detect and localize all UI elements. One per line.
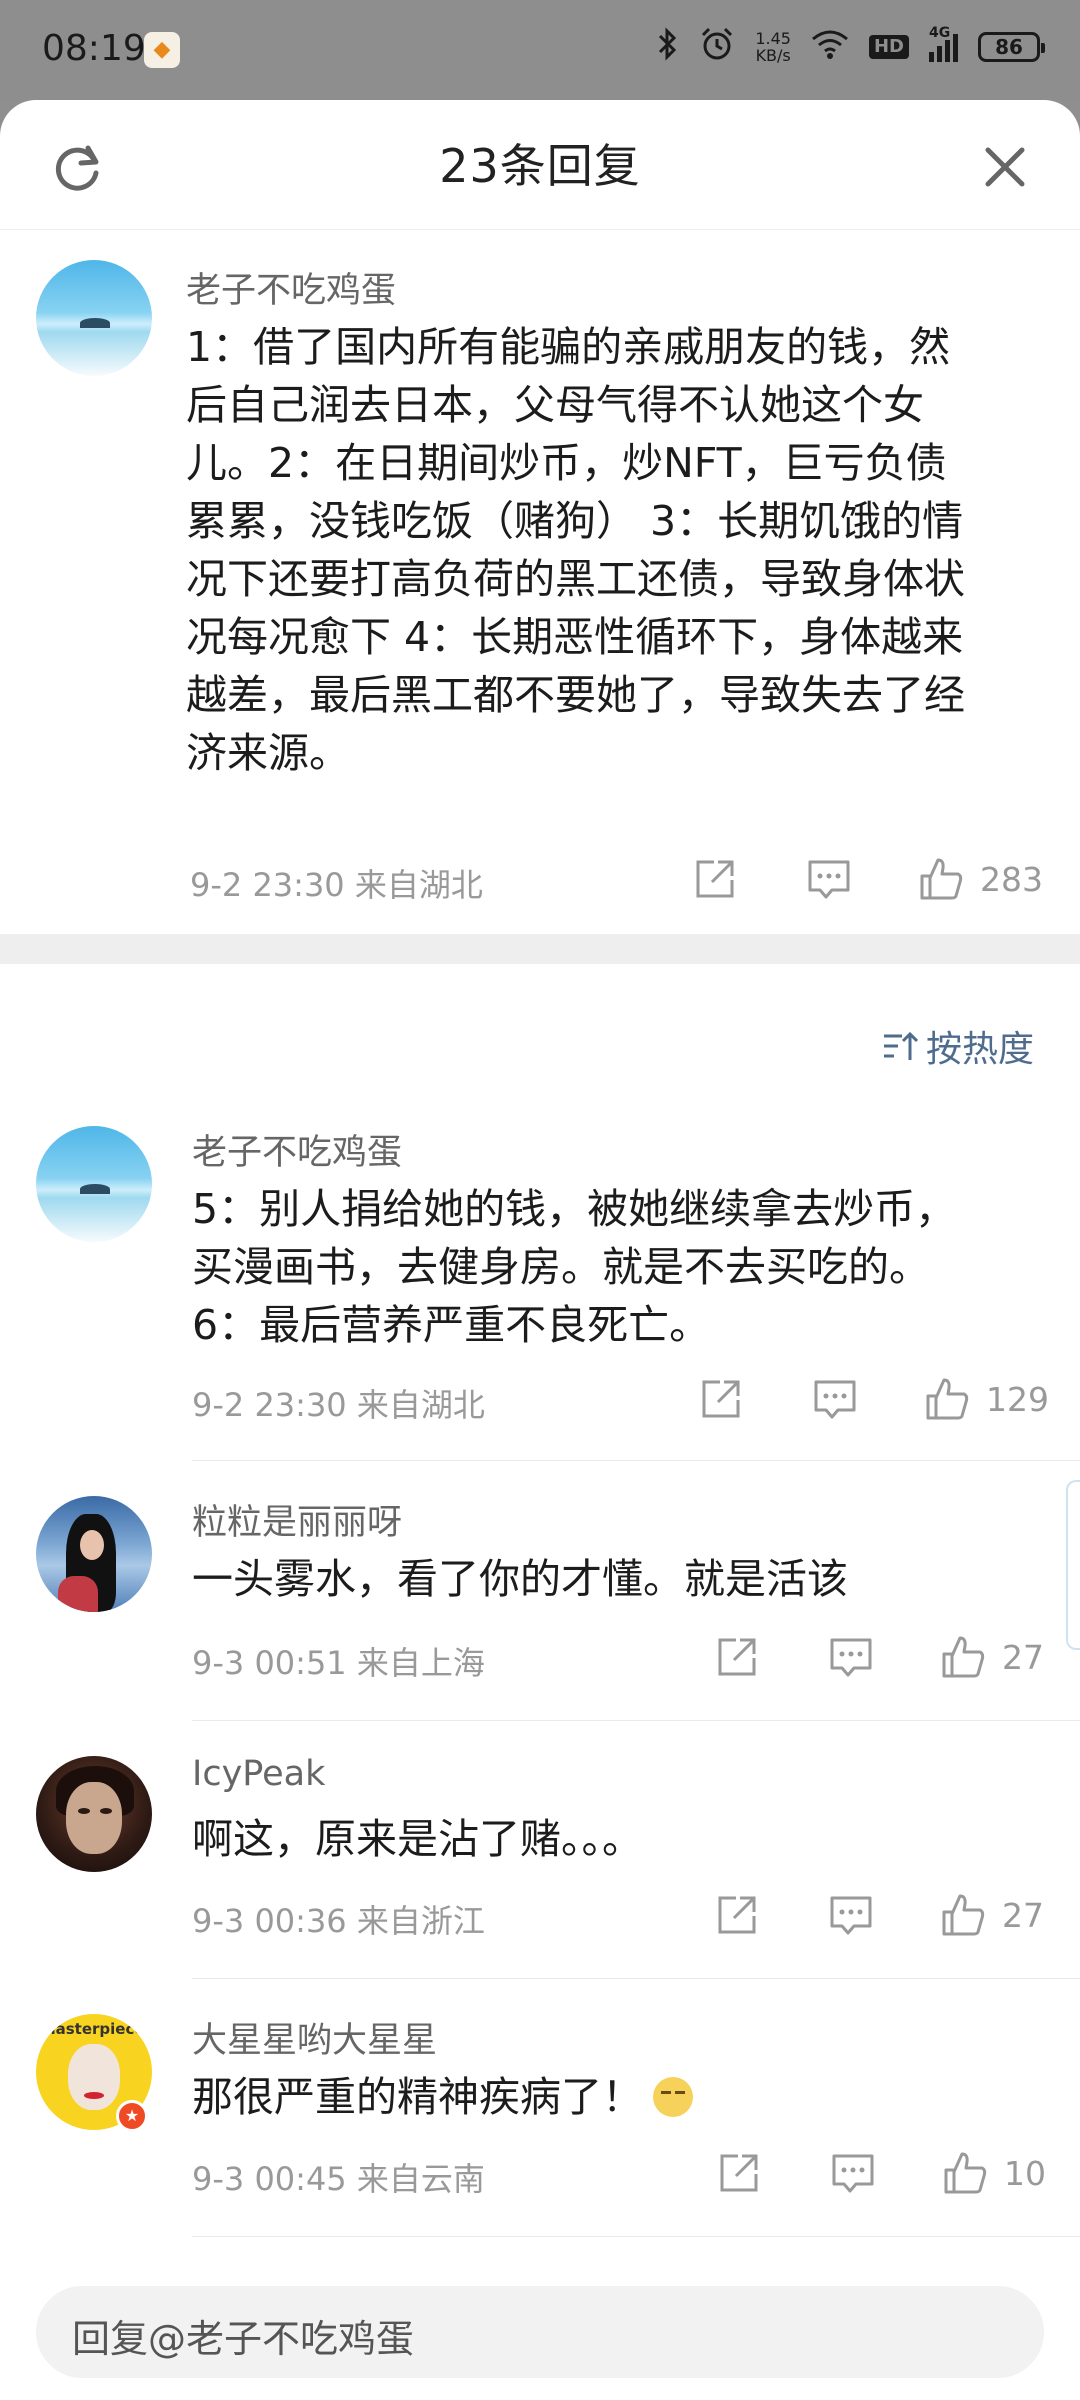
like-icon[interactable]	[940, 1634, 986, 1680]
comment-line: 越差，最后黑工都不要她了，导致失去了经	[186, 671, 965, 719]
reply-line: 啊这，原来是沾了赌。。。	[192, 1815, 643, 1863]
comment-text: 1：借了国内所有能骗的亲戚朋友的钱，然 后自己润去日本，父母气得不认她这个女 儿…	[186, 318, 1046, 782]
comment-meta: 9-2 23:30 来自湖北	[190, 866, 483, 904]
like-count: 10	[1004, 2153, 1046, 2193]
comment-icon[interactable]	[828, 1892, 874, 1938]
reply-separator	[192, 1720, 1080, 1721]
sheet-header: 23条回复	[0, 100, 1080, 230]
signal-type: 4G	[929, 25, 951, 41]
verified-badge-icon: ★	[116, 2100, 148, 2132]
net-speed: 1.45 KB/s	[755, 30, 791, 64]
reply-line: 买漫画书，去健身房。就是不去买吃的。	[192, 1243, 930, 1291]
reply-meta: 9-3 00:51 来自上海	[192, 1644, 485, 1682]
comment-line: 况下还要打高负荷的黑工还债，导致身体状	[186, 555, 965, 603]
comment-line: 1：借了国内所有能骗的亲戚朋友的钱，然	[186, 323, 951, 371]
reply-username[interactable]: 大星星哟大星星	[192, 2012, 437, 2063]
share-icon[interactable]	[698, 1376, 744, 1422]
reply-actions: 27	[714, 1892, 1044, 1938]
wifi-icon	[811, 28, 849, 66]
sort-icon	[883, 1031, 918, 1060]
reply-meta: 9-3 00:36 来自浙江	[192, 1902, 485, 1940]
reply-separator	[192, 1460, 1080, 1461]
sort-label: 按热度	[925, 1029, 1034, 1070]
battery-level: 86	[995, 35, 1023, 59]
like-icon[interactable]	[942, 2150, 988, 2196]
signal-icon: 4G	[929, 26, 958, 62]
reply-username[interactable]: 粒粒是丽丽呀	[192, 1494, 402, 1545]
comment-username[interactable]: 老子不吃鸡蛋	[186, 262, 396, 313]
net-speed-unit: KB/s	[755, 46, 791, 65]
net-speed-value: 1.45	[755, 29, 791, 48]
like-icon[interactable]	[924, 1376, 970, 1422]
like-count: 27	[1002, 1637, 1044, 1677]
sort-button[interactable]: 按热度	[882, 1020, 1034, 1072]
smirk-emoji-icon	[653, 2077, 693, 2117]
reply-username[interactable]: 老子不吃鸡蛋	[192, 1124, 402, 1175]
like-count: 27	[1002, 1895, 1044, 1935]
comment-icon[interactable]	[812, 1376, 858, 1422]
reply-input[interactable]: 回复@老子不吃鸡蛋	[36, 2286, 1044, 2378]
comment-line: 济来源。	[186, 729, 350, 777]
close-icon[interactable]	[980, 142, 1030, 192]
share-icon[interactable]	[714, 1634, 760, 1680]
replies-sheet: 23条回复 老子不吃鸡蛋 1：借了国内所有能骗的亲戚朋友的钱，然 后自己润去日本…	[0, 100, 1080, 2400]
share-icon[interactable]	[714, 1892, 760, 1938]
comment-actions: 283	[692, 856, 1043, 902]
reply-actions: 10	[716, 2150, 1046, 2196]
comment-line: 儿。2：在日期间炒币，炒NFT，巨亏负债	[186, 439, 947, 487]
reply-line: 那很严重的精神疾病了！	[192, 2068, 1052, 2126]
reply-meta: 9-2 23:30 来自湖北	[192, 1386, 485, 1424]
reply-text: 那很严重的精神疾病了！	[192, 2068, 1052, 2126]
alarm-icon	[699, 26, 735, 68]
avatar-text: masterpiece	[40, 2020, 145, 2038]
floating-scroll-tab[interactable]	[1066, 1480, 1080, 1650]
section-divider	[0, 934, 1080, 964]
reply-line: 6：最后营养严重不良死亡。	[192, 1301, 711, 1349]
reply-meta: 9-3 00:45 来自云南	[192, 2160, 485, 2198]
reply-separator	[192, 1978, 1080, 1979]
status-time: 08:19	[42, 28, 146, 69]
reply-separator	[192, 2236, 1080, 2237]
like-count: 283	[980, 859, 1043, 899]
reply-text: 5：别人捐给她的钱，被她继续拿去炒币， 买漫画书，去健身房。就是不去买吃的。 6…	[192, 1180, 1052, 1354]
share-icon[interactable]	[716, 2150, 762, 2196]
reply-input-placeholder: 回复@老子不吃鸡蛋	[72, 2317, 415, 2361]
app-notification-icon: ◆	[144, 32, 180, 68]
avatar[interactable]	[36, 1496, 152, 1612]
status-icons: 1.45 KB/s HD 4G 86	[657, 26, 1045, 68]
comment-line: 累累，没钱吃饭（赌狗） 3：长期饥饿的情	[186, 497, 964, 545]
reply-line: 5：别人捐给她的钱，被她继续拿去炒币，	[192, 1185, 957, 1233]
reply-text: 一头雾水，看了你的才懂。就是活该	[192, 1550, 1052, 1608]
comment-icon[interactable]	[806, 856, 852, 902]
reply-line: 一头雾水，看了你的才懂。就是活该	[192, 1555, 848, 1603]
comment-icon[interactable]	[830, 2150, 876, 2196]
comment-icon[interactable]	[828, 1634, 874, 1680]
like-count: 129	[986, 1379, 1049, 1419]
comment-line: 况每况愈下 4：长期恶性循环下，身体越来	[186, 613, 964, 661]
sheet-title: 23条回复	[439, 139, 641, 193]
like-icon[interactable]	[918, 856, 964, 902]
reply-actions: 27	[714, 1634, 1044, 1680]
comment-line: 后自己润去日本，父母气得不认她这个女	[186, 381, 924, 429]
status-bar: 08:19 ◆ 1.45 KB/s HD 4G 86	[0, 0, 1080, 100]
reply-text: 啊这，原来是沾了赌。。。	[192, 1810, 1052, 1868]
avatar[interactable]	[36, 260, 152, 376]
reply-actions: 129	[698, 1376, 1049, 1422]
share-icon[interactable]	[692, 856, 738, 902]
hd-icon: HD	[868, 35, 909, 59]
like-icon[interactable]	[940, 1892, 986, 1938]
avatar[interactable]	[36, 1756, 152, 1872]
battery-icon: 86	[978, 32, 1045, 62]
bluetooth-icon	[657, 27, 679, 67]
reply-line-text: 那很严重的精神疾病了！	[192, 2073, 643, 2121]
reply-username[interactable]: IcyPeak	[192, 1754, 325, 1794]
avatar[interactable]	[36, 1126, 152, 1242]
